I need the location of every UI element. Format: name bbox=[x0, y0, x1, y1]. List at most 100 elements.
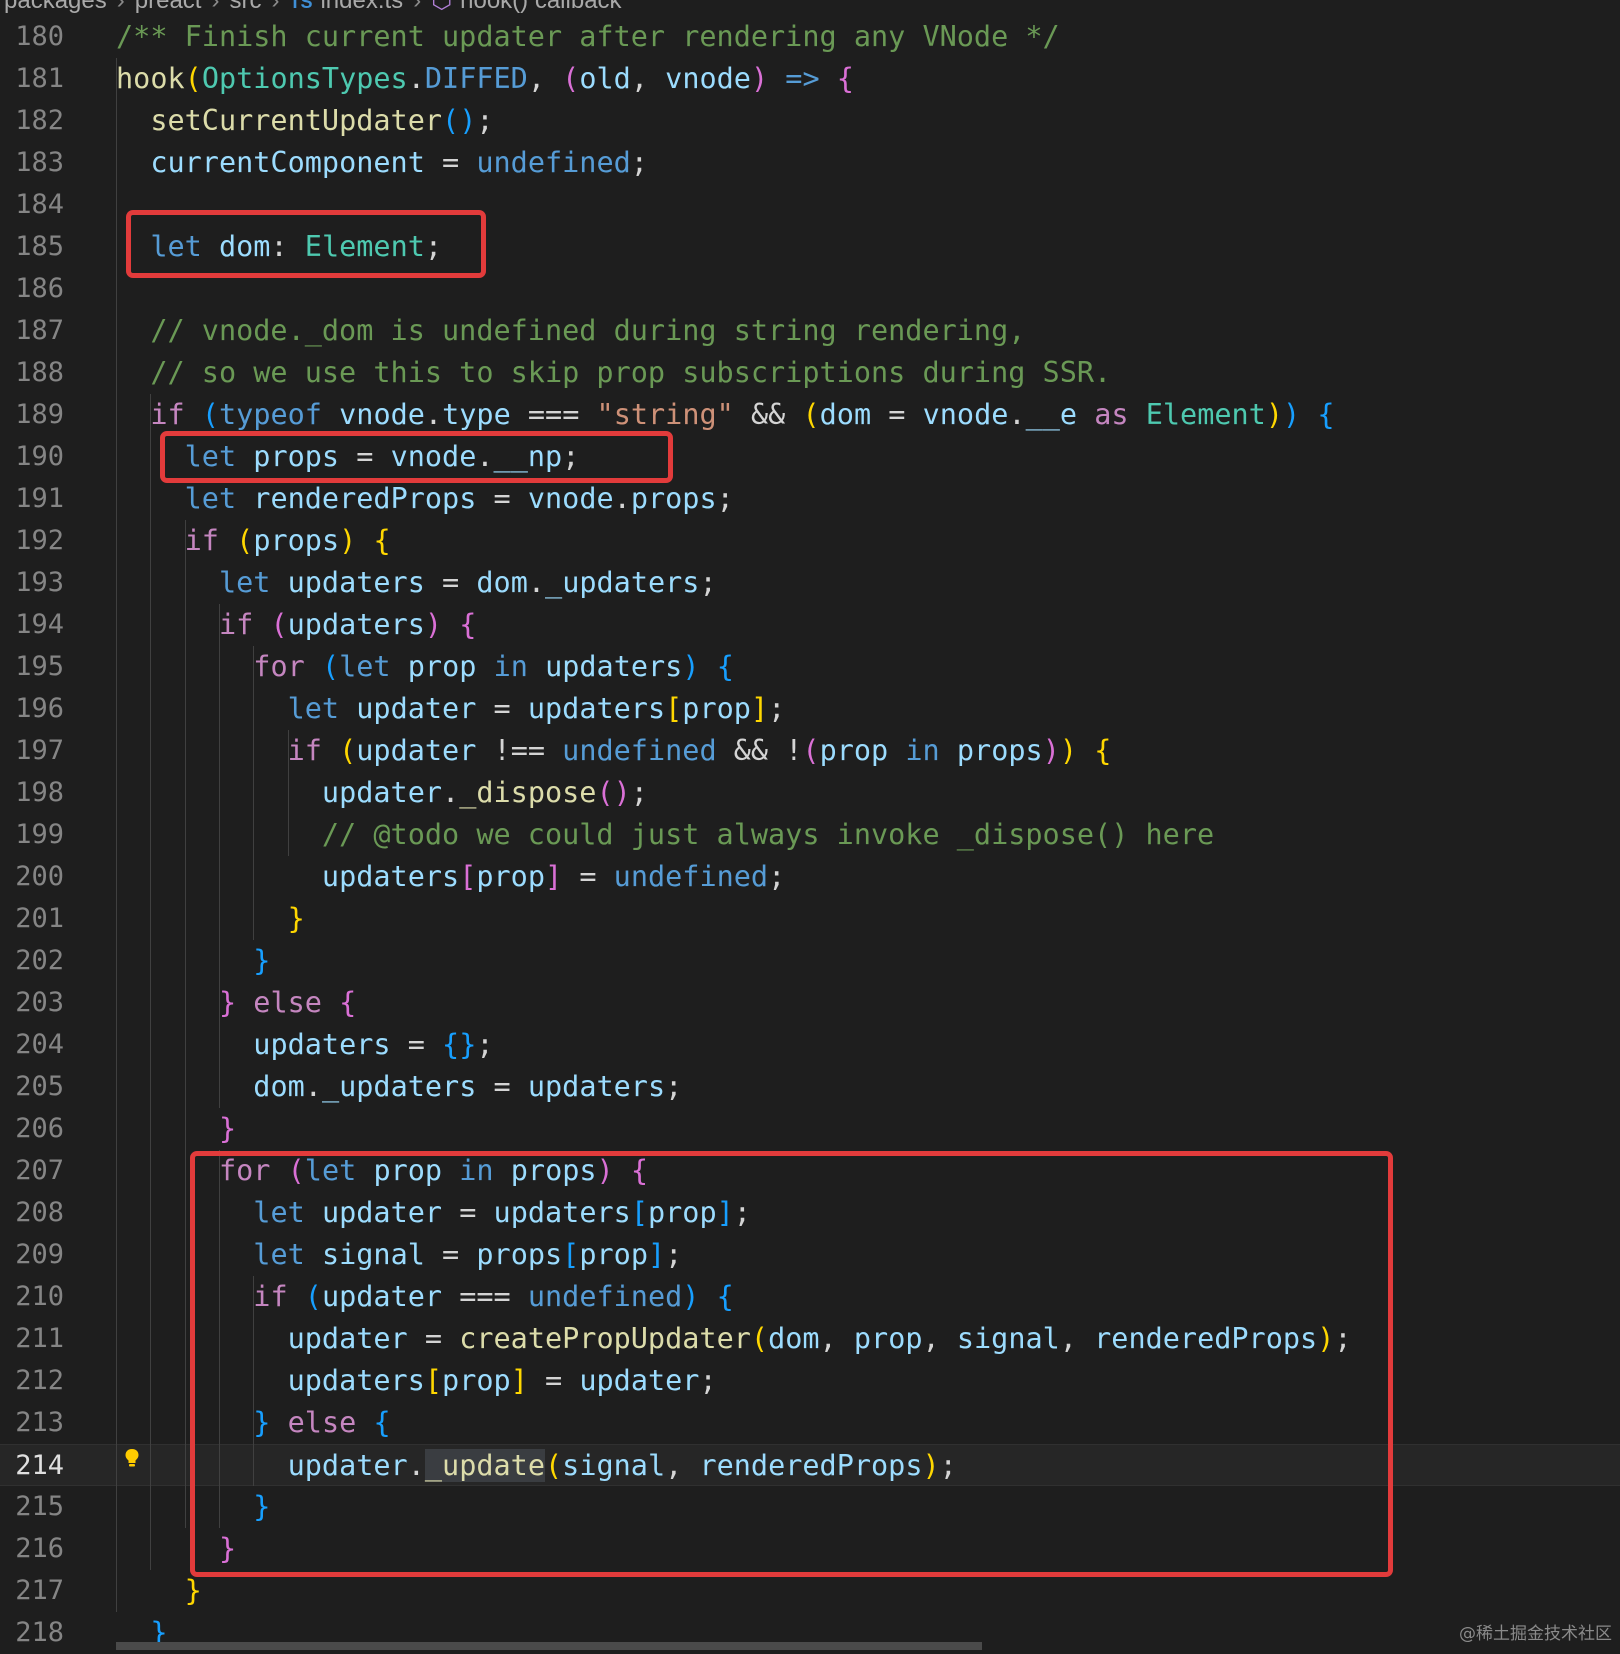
code-line[interactable]: 204 updaters = {}; bbox=[0, 1024, 1620, 1066]
code-token bbox=[116, 1112, 219, 1145]
lightbulb-icon[interactable] bbox=[124, 1448, 140, 1468]
code-token: ( bbox=[270, 608, 287, 641]
code-token: for bbox=[253, 650, 304, 683]
code-text: // vnode._dom is undefined during string… bbox=[116, 310, 1025, 352]
code-token: . bbox=[614, 482, 631, 515]
code-token: { bbox=[1094, 734, 1111, 767]
code-text: updaters[prop] = undefined; bbox=[116, 856, 785, 898]
code-line[interactable]: 201 } bbox=[0, 898, 1620, 940]
code-token: undefined bbox=[562, 734, 716, 767]
line-number: 212 bbox=[0, 1360, 64, 1402]
code-line[interactable]: 197 if (updater !== undefined && !(prop … bbox=[0, 730, 1620, 772]
code-token bbox=[820, 62, 837, 95]
code-token: = bbox=[391, 1028, 442, 1061]
code-token: ; bbox=[665, 1070, 682, 1103]
code-token: ; bbox=[631, 776, 648, 809]
code-line[interactable]: 205 dom._updaters = updaters; bbox=[0, 1066, 1620, 1108]
breadcrumb-item-file[interactable]: index.ts bbox=[320, 0, 403, 10]
line-number: 210 bbox=[0, 1276, 64, 1318]
line-number: 215 bbox=[0, 1486, 64, 1528]
code-text: } bbox=[116, 940, 270, 982]
line-number: 201 bbox=[0, 898, 64, 940]
code-token: ; bbox=[476, 1028, 493, 1061]
code-token bbox=[700, 650, 717, 683]
code-token: _updaters bbox=[322, 1070, 476, 1103]
horizontal-scrollbar[interactable] bbox=[116, 1642, 982, 1650]
code-token: . bbox=[1008, 398, 1025, 431]
line-number: 183 bbox=[0, 142, 64, 184]
code-token: let bbox=[219, 566, 270, 599]
line-number: 206 bbox=[0, 1108, 64, 1150]
code-text: // @todo we could just always invoke _di… bbox=[116, 814, 1214, 856]
code-token: let bbox=[339, 650, 390, 683]
chevron-right-icon: › bbox=[201, 0, 229, 10]
breadcrumb-item-packages[interactable]: packages bbox=[4, 0, 107, 10]
line-number: 218 bbox=[0, 1612, 64, 1654]
indent-guide bbox=[219, 604, 220, 982]
code-token bbox=[116, 902, 288, 935]
code-token: = bbox=[562, 860, 613, 893]
code-token: } bbox=[219, 986, 236, 1019]
code-line[interactable]: 196 let updater = updaters[prop]; bbox=[0, 688, 1620, 730]
code-line[interactable]: 183 currentComponent = undefined; bbox=[0, 142, 1620, 184]
code-token: ( bbox=[339, 734, 356, 767]
breadcrumb-item-preact[interactable]: preact bbox=[135, 0, 202, 10]
code-token: OptionsTypes bbox=[202, 62, 408, 95]
code-token: && ! bbox=[717, 734, 803, 767]
code-line[interactable]: 195 for (let prop in updaters) { bbox=[0, 646, 1620, 688]
code-token bbox=[116, 104, 150, 137]
code-token: type bbox=[442, 398, 511, 431]
code-line[interactable]: 181hook(OptionsTypes.DIFFED, (old, vnode… bbox=[0, 58, 1620, 100]
code-token: && bbox=[734, 398, 803, 431]
breadcrumb-item-src[interactable]: src bbox=[229, 0, 261, 10]
code-token bbox=[1129, 398, 1146, 431]
code-line[interactable]: 189 if (typeof vnode.type === "string" &… bbox=[0, 394, 1620, 436]
code-line[interactable]: 192 if (props) { bbox=[0, 520, 1620, 562]
line-number: 198 bbox=[0, 772, 64, 814]
code-token: prop bbox=[820, 734, 889, 767]
line-number: 189 bbox=[0, 394, 64, 436]
code-token: , bbox=[528, 62, 562, 95]
code-token: let bbox=[185, 482, 236, 515]
code-line[interactable]: 193 let updaters = dom._updaters; bbox=[0, 562, 1620, 604]
code-token: ) bbox=[1266, 398, 1283, 431]
code-token bbox=[219, 524, 236, 557]
code-token: dom bbox=[253, 1070, 304, 1103]
breadcrumb-item-symbol[interactable]: hook() callback bbox=[460, 0, 621, 10]
code-token: ; bbox=[717, 482, 734, 515]
code-token: DIFFED bbox=[425, 62, 528, 95]
code-token bbox=[1300, 398, 1317, 431]
code-token: [ bbox=[665, 692, 682, 725]
code-token: === bbox=[511, 398, 597, 431]
code-token bbox=[322, 734, 339, 767]
code-line[interactable]: 202 } bbox=[0, 940, 1620, 982]
code-token: updater bbox=[322, 776, 442, 809]
code-line[interactable]: 180/** Finish current updater after rend… bbox=[0, 16, 1620, 58]
code-line[interactable]: 187 // vnode._dom is undefined during st… bbox=[0, 310, 1620, 352]
code-text: let renderedProps = vnode.props; bbox=[116, 478, 734, 520]
code-token: !== bbox=[476, 734, 562, 767]
code-token: in bbox=[494, 650, 528, 683]
code-line[interactable]: 194 if (updaters) { bbox=[0, 604, 1620, 646]
code-token bbox=[356, 524, 373, 557]
code-text: } bbox=[116, 1108, 236, 1150]
code-line[interactable]: 206 } bbox=[0, 1108, 1620, 1150]
code-line[interactable]: 198 updater._dispose(); bbox=[0, 772, 1620, 814]
line-number: 192 bbox=[0, 520, 64, 562]
code-token: () bbox=[596, 776, 630, 809]
code-line[interactable]: 203 } else { bbox=[0, 982, 1620, 1024]
line-number: 188 bbox=[0, 352, 64, 394]
code-line[interactable]: 200 updaters[prop] = undefined; bbox=[0, 856, 1620, 898]
code-token: ( bbox=[322, 650, 339, 683]
code-line[interactable]: 191 let renderedProps = vnode.props; bbox=[0, 478, 1620, 520]
code-line[interactable]: 182 setCurrentUpdater(); bbox=[0, 100, 1620, 142]
code-token: props bbox=[253, 524, 339, 557]
code-line[interactable]: 188 // so we use this to skip prop subsc… bbox=[0, 352, 1620, 394]
code-token: = bbox=[425, 566, 476, 599]
code-line[interactable]: 199 // @todo we could just always invoke… bbox=[0, 814, 1620, 856]
code-text: currentComponent = undefined; bbox=[116, 142, 648, 184]
code-token bbox=[322, 398, 339, 431]
code-token: updaters bbox=[253, 1028, 390, 1061]
highlight-box-let-dom bbox=[126, 210, 486, 278]
code-text: } else { bbox=[116, 982, 356, 1024]
